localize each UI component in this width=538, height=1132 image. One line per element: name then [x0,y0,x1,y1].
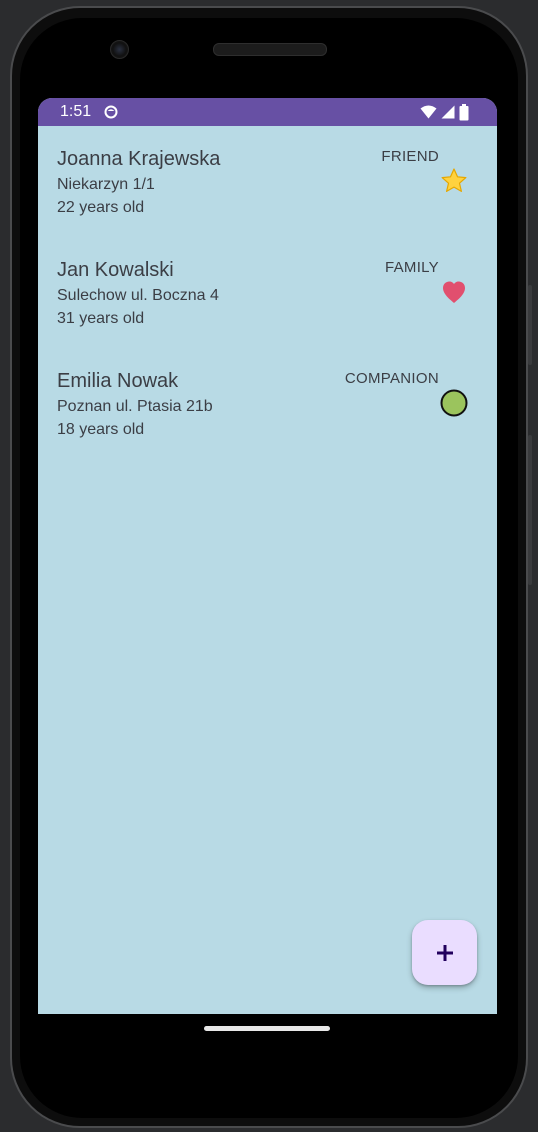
earpiece-speaker [213,43,327,56]
contact-name: Jan Kowalski [57,259,174,281]
power-button [528,435,532,585]
home-indicator[interactable] [204,1026,330,1031]
notification-icon [104,105,118,119]
contact-type: FRIEND [381,148,439,165]
star-icon [441,168,467,192]
status-bar: 1:51 [38,98,497,126]
device-frame: 1:51 Joanna Krajewska Niekarzyn 1/1 22 y… [0,0,538,1132]
add-contact-button[interactable] [412,920,477,985]
contact-age: 18 years old [57,421,145,438]
wifi-icon [420,105,437,119]
contact-item[interactable]: Jan Kowalski Sulechow ul. Boczna 4 31 ye… [38,259,497,359]
contact-item[interactable]: Emilia Nowak Poznan ul. Ptasia 21b 18 ye… [38,370,497,470]
contact-age: 22 years old [57,199,145,216]
contact-name: Joanna Krajewska [57,148,221,170]
contact-type: FAMILY [384,259,439,276]
contact-address: Niekarzyn 1/1 [57,176,155,193]
app-screen: 1:51 Joanna Krajewska Niekarzyn 1/1 22 y… [38,98,497,1014]
status-time: 1:51 [60,103,92,120]
contact-item[interactable]: Joanna Krajewska Niekarzyn 1/1 22 years … [38,148,497,248]
contact-name: Emilia Nowak [57,370,179,392]
status-icons [420,103,469,121]
contact-address: Sulechow ul. Boczna 4 [57,287,219,304]
plus-icon [436,944,453,961]
contact-age: 31 years old [57,310,145,327]
battery-icon [459,103,469,120]
front-camera-icon [110,40,129,59]
heart-icon [443,281,465,303]
contact-address: Poznan ul. Ptasia 21b [57,398,213,415]
volume-button [528,285,532,365]
circle-icon [440,389,468,417]
signal-icon [441,105,455,119]
contact-type: COMPANION [344,370,439,387]
navigation-bar [38,1014,497,1064]
